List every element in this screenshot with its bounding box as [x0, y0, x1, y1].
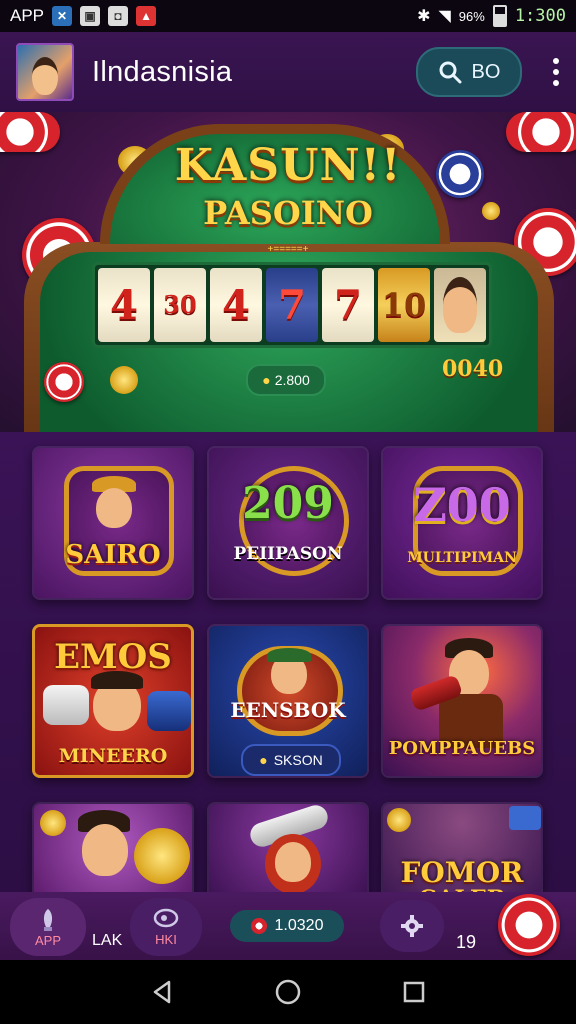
search-label: BO [471, 60, 501, 83]
game-bet-label: SKSON [273, 752, 323, 768]
game-tile-sairo[interactable]: SAIRO [32, 446, 194, 600]
chip-icon [44, 362, 84, 402]
game-tile-peiipason[interactable]: 209 PEIIPASON [207, 446, 369, 600]
search-button[interactable]: BO [416, 47, 522, 97]
game-title-top: FOMOR [400, 856, 524, 889]
game-number: 209 [242, 478, 334, 529]
game-tile-fomor[interactable]: FOMOR GALEB [381, 802, 543, 902]
casino-chip-button[interactable] [498, 894, 560, 956]
app-title: Ilndasnisia [92, 55, 233, 88]
reel-4: 7 [266, 268, 318, 342]
system-nav-bar [0, 960, 576, 1024]
status-right: ✱ ◥ 96% 1:300 [417, 5, 566, 27]
status-left: APP ✕ ▣ ◘ ▲ [10, 6, 157, 26]
bluetooth-icon: ✱ [417, 8, 431, 25]
game-tile-eensbok[interactable]: EENSBOK ● SKSON [207, 624, 369, 778]
home-icon[interactable] [274, 978, 302, 1006]
notification-shield-icon: ◘ [108, 6, 129, 26]
game-title-top: EMOS [54, 637, 172, 677]
slot-reels: 4 30 4 7 7 10 [92, 262, 492, 348]
recents-icon[interactable] [401, 979, 427, 1005]
reel-2: 30 [154, 268, 206, 342]
chat-icon [153, 908, 179, 927]
search-icon [439, 61, 462, 84]
signal-text: 96% [458, 8, 485, 24]
hero-tagline: +=====+ [267, 244, 309, 255]
reel-3: 4 [210, 268, 262, 342]
game-tile-row3-1[interactable] [32, 802, 194, 902]
bottom-nav: APP LAK HKI 1.0320 19 [0, 892, 576, 960]
balance-pill[interactable]: 1.0320 [230, 910, 344, 942]
game-title: SAIRO [65, 540, 161, 570]
nav-app-label: APP [34, 932, 61, 948]
status-bar: APP ✕ ▣ ◘ ▲ ✱ ◥ 96% 1:300 [0, 0, 576, 32]
nav-hki-label: HKI [155, 931, 177, 947]
battery-icon [492, 5, 507, 27]
notification-x-icon: ✕ [52, 6, 73, 26]
game-title: PEIIPASON [233, 544, 343, 564]
game-grid: SAIRO 209 PEIIPASON Z00 MULTIPIMAN EMOS … [0, 432, 576, 902]
nav-count-label: 19 [456, 932, 477, 952]
game-tile-row3-2[interactable] [207, 802, 369, 902]
game-tile-emos[interactable]: EMOS MINEERO [32, 624, 194, 778]
game-title: MULTIPIMAN [407, 550, 517, 566]
jackpot-pill[interactable]: ● 2.800 [246, 364, 326, 396]
notification-game-icon: ▲ [136, 6, 157, 26]
status-app-label: APP [10, 6, 45, 25]
gear-icon [401, 915, 423, 937]
game-tile-pomppauebs[interactable]: POMPPAUEBS [381, 624, 543, 778]
jackpot-label: 0040 [442, 356, 504, 382]
rocket-icon [43, 908, 53, 931]
game-title: EENSBOK [230, 698, 346, 722]
game-title: POMPPAUEBS [388, 738, 536, 759]
more-menu-icon[interactable] [552, 58, 560, 86]
nav-hki-button[interactable]: HKI [130, 898, 202, 956]
back-icon[interactable] [149, 979, 175, 1005]
nav-settings-button[interactable] [380, 900, 444, 952]
reel-7 [434, 268, 486, 342]
game-tile-multipiman[interactable]: Z00 MULTIPIMAN [381, 446, 543, 600]
coin-icon: ● [259, 752, 268, 768]
hero-banner[interactable]: KASUN!! PASOINO +=====+ 4 30 4 7 7 10 ● … [0, 112, 576, 432]
balance-amount: 1.0320 [274, 917, 324, 934]
game-bet-pill[interactable]: ● SKSON [241, 744, 341, 776]
game-title: MINEERO [58, 745, 168, 767]
reel-6: 10 [378, 268, 430, 342]
notification-camera-icon: ▣ [80, 6, 101, 26]
game-number: Z00 [413, 478, 511, 532]
nav-app-button[interactable]: APP [10, 898, 86, 956]
nav-lak-label[interactable]: LAK [92, 932, 122, 950]
avatar[interactable] [16, 43, 74, 101]
reel-5: 7 [322, 268, 374, 342]
reel-1: 4 [98, 268, 150, 342]
jackpot-amount: 2.800 [274, 372, 310, 388]
status-time: 1:300 [514, 6, 566, 26]
coin-icon: ● [262, 372, 271, 388]
wifi-icon: ◥ [438, 8, 451, 25]
hero-subtitle: PASOINO [203, 194, 373, 232]
app-bar: Ilndasnisia BO [0, 32, 576, 112]
hero-title: KASUN!! [174, 140, 402, 191]
chip-icon [250, 918, 267, 934]
coin-icon [110, 366, 138, 394]
